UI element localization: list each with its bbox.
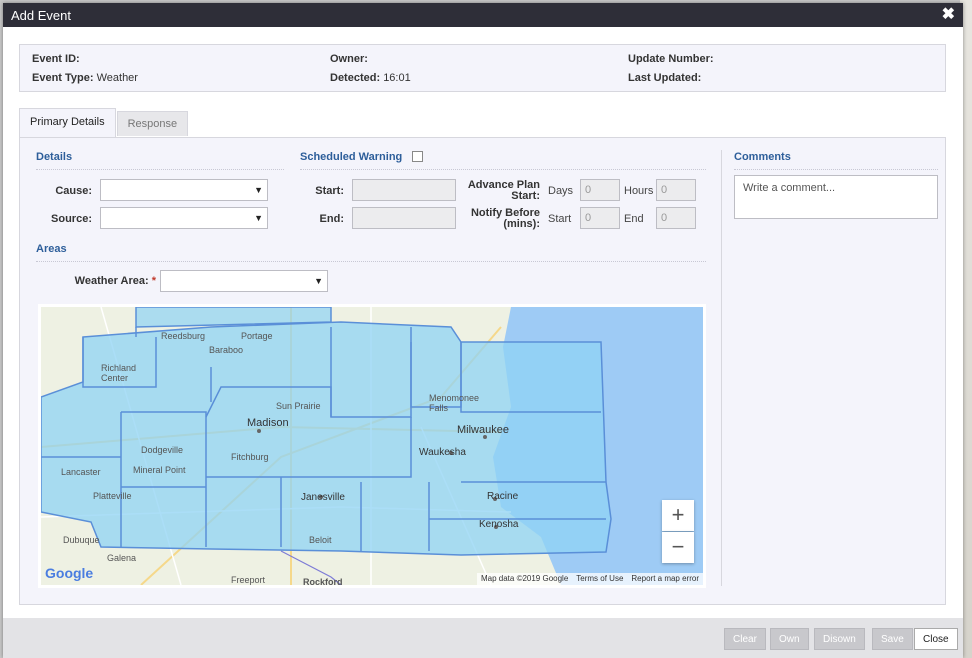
update-number-label: Update Number: xyxy=(628,53,714,65)
map-city-label: Dodgeville xyxy=(141,445,184,455)
event-info-panel: Event ID: Event Type: Weather Owner: Det… xyxy=(19,44,946,92)
comments-divider xyxy=(734,169,938,170)
comment-textarea[interactable]: Write a comment... xyxy=(734,175,938,219)
weather-map[interactable]: Madison Milwaukee Waukesha Janesville Ra… xyxy=(38,304,706,588)
map-city-label: Kenosha xyxy=(479,519,519,530)
detected-value: 16:01 xyxy=(383,72,411,84)
areas-section-title: Areas xyxy=(36,243,67,255)
notify-start-label: Start xyxy=(548,213,572,225)
notify-start-input[interactable]: 0 xyxy=(580,207,620,229)
map-city-label: Platteville xyxy=(93,491,132,501)
required-mark: * xyxy=(151,275,156,287)
scheduled-warning-checkbox[interactable] xyxy=(412,151,423,162)
days-input[interactable]: 0 xyxy=(580,179,620,201)
map-attribution: Map data ©2019 Google Terms of Use Repor… xyxy=(476,573,703,585)
dialog-title-bar: Add Event ✖ xyxy=(3,3,963,27)
notify-before-label-line2: (mins): xyxy=(503,218,540,230)
start-label: Start: xyxy=(315,185,344,197)
start-time-input[interactable] xyxy=(352,179,456,201)
last-updated-label: Last Updated: xyxy=(628,72,702,84)
chevron-down-icon: ▼ xyxy=(254,185,263,195)
cause-label: Cause: xyxy=(55,185,92,197)
areas-divider xyxy=(36,261,706,262)
notify-before-label: Notify Before (mins): xyxy=(460,208,540,230)
chevron-down-icon: ▼ xyxy=(314,276,323,286)
source-label: Source: xyxy=(51,213,92,225)
map-city-label: Janesville xyxy=(301,492,345,503)
dialog-title: Add Event xyxy=(11,7,71,23)
last-updated: Last Updated: xyxy=(628,72,701,84)
notify-end-label: End xyxy=(624,213,644,225)
dialog-footer: Clear Own Disown Save Close xyxy=(3,618,963,658)
end-label: End: xyxy=(319,213,344,225)
details-section-title: Details xyxy=(36,151,73,163)
days-label: Days xyxy=(548,185,574,197)
tab-bar: Primary Details Response xyxy=(19,108,189,138)
map-city-label: Madison xyxy=(247,417,289,429)
map-city-label: Racine xyxy=(487,491,519,502)
map-city-label: Waukesha xyxy=(419,447,466,458)
details-divider xyxy=(36,169,284,170)
end-time-input[interactable] xyxy=(352,207,456,229)
update-number: Update Number: xyxy=(628,53,714,65)
close-button[interactable]: Close xyxy=(914,628,958,650)
advance-plan-label-line2: Start: xyxy=(511,190,540,202)
dialog-body: Event ID: Event Type: Weather Owner: Det… xyxy=(3,27,963,618)
weather-area-label-text: Weather Area: xyxy=(74,275,149,287)
chevron-down-icon: ▼ xyxy=(254,213,263,223)
terms-of-use-link[interactable]: Terms of Use xyxy=(576,573,623,585)
map-city-label: Freeport xyxy=(231,575,266,585)
add-event-dialog: Add Event ✖ Event ID: Event Type: Weathe… xyxy=(3,3,963,658)
column-divider xyxy=(721,150,722,586)
clear-button[interactable]: Clear xyxy=(724,628,766,650)
event-type-label: Event Type: xyxy=(32,72,94,84)
source-select[interactable]: ▼ xyxy=(100,207,268,229)
tab-response[interactable]: Response xyxy=(116,111,189,136)
owner-label: Owner: xyxy=(330,53,368,65)
primary-details-panel: Details Cause: ▼ Source: ▼ Areas Weather… xyxy=(19,137,946,605)
map-city-label: Lancaster xyxy=(61,467,101,477)
own-button[interactable]: Own xyxy=(770,628,809,650)
event-id-label: Event ID: xyxy=(32,53,80,65)
save-button[interactable]: Save xyxy=(872,628,913,650)
close-icon[interactable]: ✖ xyxy=(942,7,955,23)
zoom-in-button[interactable]: + xyxy=(662,500,694,531)
event-type: Event Type: Weather xyxy=(32,72,138,84)
map-city-label: Reedsburg xyxy=(161,331,206,341)
google-logo: Google xyxy=(45,565,94,581)
map-city-label: Galena xyxy=(107,553,137,563)
map-city-label: Sun Prairie xyxy=(276,401,321,411)
map-city-label: Rockford xyxy=(303,577,343,587)
detected: Detected: 16:01 xyxy=(330,72,411,84)
event-id: Event ID: xyxy=(32,53,80,65)
cause-select[interactable]: ▼ xyxy=(100,179,268,201)
scheduled-warning-divider xyxy=(300,169,706,170)
detected-label: Detected: xyxy=(330,72,381,84)
weather-area-select[interactable]: ▼ xyxy=(160,270,328,292)
map-city-label: Baraboo xyxy=(209,345,244,355)
event-type-value: Weather xyxy=(96,72,138,84)
weather-area-label: Weather Area: * xyxy=(50,275,156,287)
comments-section-title: Comments xyxy=(734,151,791,163)
map-city-label: Menomonee Falls xyxy=(429,393,480,413)
map-city-label: Richland Center xyxy=(101,363,137,383)
disown-button[interactable]: Disown xyxy=(814,628,865,650)
scheduled-warning-title: Scheduled Warning xyxy=(300,151,403,163)
hours-label: Hours xyxy=(624,185,654,197)
hours-input[interactable]: 0 xyxy=(656,179,696,201)
owner: Owner: xyxy=(330,53,368,65)
map-city-label: Dubuque xyxy=(63,535,100,545)
map-city-label: Fitchburg xyxy=(231,452,269,462)
map-city-label: Beloit xyxy=(309,535,332,545)
map-city-label: Mineral Point xyxy=(133,465,186,475)
report-map-error-link[interactable]: Report a map error xyxy=(631,573,699,585)
map-city-label: Milwaukee xyxy=(457,424,509,436)
tab-primary-details[interactable]: Primary Details xyxy=(19,108,116,138)
notify-end-input[interactable]: 0 xyxy=(656,207,696,229)
zoom-out-button[interactable]: − xyxy=(662,532,694,563)
map-data-attribution: Map data ©2019 Google xyxy=(480,574,569,583)
map-city-label: Portage xyxy=(241,331,273,341)
advance-plan-label: Advance Plan Start: xyxy=(460,180,540,202)
